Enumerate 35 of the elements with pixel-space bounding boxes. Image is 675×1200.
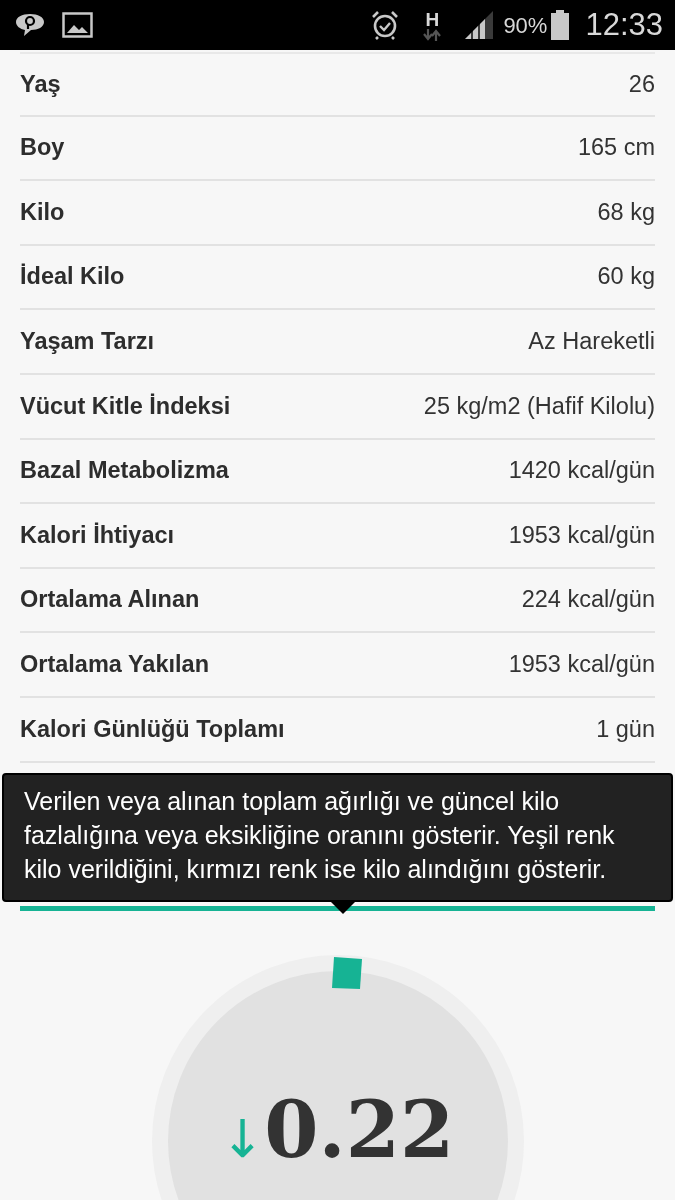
field-label: Kalori İhtiyacı <box>20 520 175 550</box>
network-type-label: H <box>425 9 440 29</box>
field-value: 26 <box>628 69 655 99</box>
progress-marker-icon <box>329 956 364 989</box>
image-icon <box>62 12 93 38</box>
field-value: 68 kg <box>597 197 655 227</box>
signal-icon <box>465 11 496 39</box>
field-label: Boy <box>20 133 65 163</box>
field-label: Yaş <box>20 69 61 99</box>
field-value: 224 kcal/gün <box>521 585 655 615</box>
field-label: Ortalama Yakılan <box>20 650 209 679</box>
field-label: Yaşam Tarzı <box>20 327 155 357</box>
trend-arrow: ↓ <box>220 1112 265 1165</box>
clock-time: 12:33 <box>585 5 663 44</box>
field-value: 165 cm <box>577 133 655 163</box>
field-label: Kilo <box>20 197 65 227</box>
chat-icon <box>14 12 46 38</box>
field-label: Ortalama Alınan <box>20 585 200 615</box>
field-value: 1 gün <box>596 714 655 744</box>
data-arrows-icon <box>423 28 442 41</box>
alarm-clock-icon <box>371 10 400 40</box>
battery-icon <box>551 10 570 40</box>
field-value: 1953 kcal/gün <box>508 650 655 679</box>
field-value: 25 kg/m2 (Hafif Kilolu) <box>423 391 655 421</box>
tooltip-text: Verilen veya alınan toplam ağırlığı ve güncel kilo fazlalığına veya eksikliğine oranını gösterir. Yeşil renk kilo verildiğini, kırmızı renk ise kilo alındığını gösterir. <box>24 786 615 883</box>
battery-level: 90% <box>503 11 548 40</box>
field-value: Az Hareketli <box>528 327 655 357</box>
gauge-value: 0.22 <box>264 1090 455 1173</box>
field-value: 1953 kcal/gün <box>508 520 655 550</box>
field-value: 60 kg <box>597 262 655 292</box>
field-label: İdeal Kilo <box>20 262 125 292</box>
field-label: Bazal Metabolizma <box>20 456 229 486</box>
field-label: Kalori Günlüğü Toplamı <box>20 714 285 744</box>
field-value: 1420 kcal/gün <box>508 456 655 486</box>
field-label: Vücut Kitle İndeksi <box>20 391 231 421</box>
